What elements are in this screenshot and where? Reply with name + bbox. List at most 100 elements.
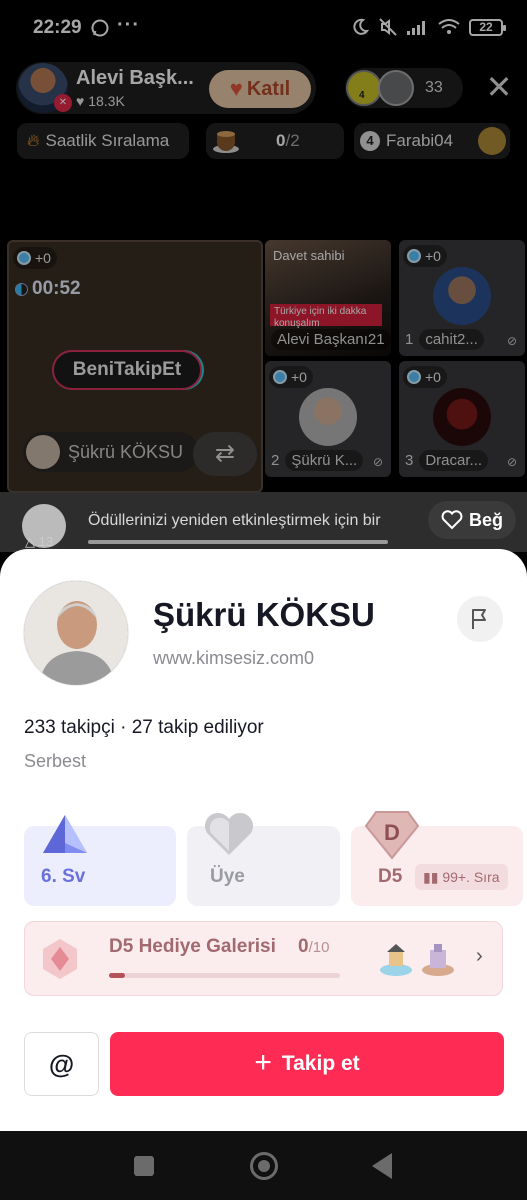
hourly-ranking-label: Saatlik Sıralama [45,131,170,150]
bar-chart-icon: ▮▮ [423,869,439,885]
coffee-total: /2 [285,131,300,150]
profile-website[interactable]: www.kimsesiz.com0 [153,648,314,669]
level-badge-label: 6. Sv [41,866,86,887]
d5-rank: 99+. Sıra [442,869,500,885]
profile-photo [24,581,128,685]
join-label: Katıl [246,77,291,100]
guest-slot-number: 2 [271,451,280,469]
reward-progress [88,540,388,544]
profile-name: Şükrü KÖKSU [153,596,375,633]
host-info-pill[interactable]: ✕ Alevi Başk... ♥ 18.3K ♥ Katıl [16,62,316,114]
guest-user-bar[interactable]: Şükrü KÖKSU [23,432,199,472]
guest-slot-1[interactable]: +0 1 cahit2... ⊘ [399,240,525,356]
hourly-ranking-chip[interactable]: 🔥︎ Saatlik Sıralama [17,123,189,159]
gift-island-icon [380,944,412,976]
gift-gallery-progress-fill [109,973,126,978]
guest-avatar [433,267,491,325]
guest-slot-name: Şükrü K... [285,449,364,471]
like-label: Beğ [468,509,503,530]
signal-icon [407,21,425,35]
recents-icon[interactable] [134,1156,154,1176]
chevron-right-icon[interactable]: › [476,945,483,968]
gift-gallery-total: /10 [308,939,330,956]
viewer-avatar[interactable] [378,70,414,106]
viewer-avatar[interactable]: 4 [346,70,382,106]
heart-outline-icon [441,510,463,530]
follow-me-bubble[interactable]: BeniTakipEt [52,350,202,390]
gift-gallery-title: D5 Hediye Galerisi [109,936,276,957]
guest-avatar [26,435,60,469]
gift-castle-icon [422,944,454,976]
gift-score-value: +0 [35,250,51,266]
host-cell-name: Alevi Başkanı21 [271,328,391,350]
guest-slot-name: Dracar... [419,449,489,471]
guest-slot-3[interactable]: +0 3 Dracar... ⊘ [399,361,525,477]
timer-value: 00:52 [32,278,81,299]
follower-stats: 233 takipçi · 27 takip ediliyor [24,717,264,738]
home-icon[interactable] [250,1152,278,1180]
wifi-icon [438,19,460,34]
host-likes-count: 18.3K [88,93,125,109]
d5-badge-label: D5 [378,866,403,887]
gift-score-value: +0 [425,369,441,385]
heart-plus-icon: ♥ [229,76,243,101]
d5-rank-chip: ▮▮ 99+. Sıra [415,864,508,890]
coffee-cup-icon [213,131,239,153]
gem-icon [43,939,77,979]
gift-score-tag: +0 [269,366,313,388]
mention-button[interactable]: @ [24,1032,99,1096]
d5-shield-letter: D [384,820,400,845]
guest-slot-number: 1 [405,330,414,348]
timer-icon [15,282,28,296]
guest-slot-footer: 3 Dracar... [405,447,489,473]
gift-gallery-count: 0/10 [298,936,329,958]
profile-bio: Serbest [24,751,87,771]
guest-slot-2[interactable]: +0 2 Şükrü K... ⊘ [265,361,391,477]
join-button[interactable]: ♥ Katıl [209,70,311,108]
back-icon[interactable] [372,1153,392,1179]
follow-button[interactable]: + Takip et [110,1032,504,1096]
battery-icon: 22 [469,18,506,36]
timer: 00:52 [15,278,81,300]
report-flag-icon[interactable] [457,596,503,642]
guest-avatar [433,388,491,446]
viewers-pill[interactable]: 4 33 [345,68,463,108]
member-heart-icon [204,812,254,855]
profile-avatar[interactable] [23,580,129,686]
gift-score-value: +0 [291,369,307,385]
mic-muted-icon: ⊘ [372,455,383,469]
like-button[interactable]: Beğ [428,501,516,539]
guest-name: Şükrü KÖKSU [68,441,184,462]
coffee-goal-chip[interactable]: 0/2 [206,123,344,159]
mic-muted-icon: ⊘ [506,334,517,348]
top-gifter-chip[interactable]: 4 Farabi04 [354,123,510,159]
guest-avatar [299,388,357,446]
reward-text: Ödüllerinizi yeniden etkinleştirmek için… [88,512,381,529]
host-badge: Davet sahibi [273,248,345,263]
host-name: Alevi Başk... [76,67,194,89]
guest-slot-name: cahit2... [419,328,484,350]
plus-icon: + [254,1045,272,1079]
status-time: 22:29 [33,17,82,38]
top-gifter-rank: 4 [360,131,380,151]
gift-score-tag: +0 [403,245,447,267]
host-slot[interactable]: Davet sahibi Türkiye için iki dakka konu… [265,240,391,356]
gift-gallery-progress [109,973,340,978]
main-guest-slot[interactable]: +0 00:52 BeniTakipEt Şükrü KÖKSU ⇄ [7,240,263,493]
swap-icon[interactable]: ⇄ [193,432,257,476]
gift-gallery-count-value: 0 [298,936,309,957]
score-dot-icon [17,251,31,265]
reward-level-value: 13 [38,534,54,549]
host-cell-footer: Alevi Başkanı21 [271,326,391,352]
coffee-count: 0/2 [276,131,300,151]
top-gifter-name: Farabi04 [386,131,454,150]
close-icon[interactable]: ✕ [482,70,516,104]
top-gifter-avatar [478,127,506,155]
gift-score-value: +0 [425,248,441,264]
score-dot-icon [407,370,421,384]
flame-icon: 🔥︎ [27,131,40,150]
gift-gallery-card[interactable]: D5 Hediye Galerisi 0/10 › [24,921,503,996]
d5-shield-icon: D [364,811,420,860]
score-dot-icon [273,370,287,384]
mic-muted-icon: ⊘ [506,455,517,469]
